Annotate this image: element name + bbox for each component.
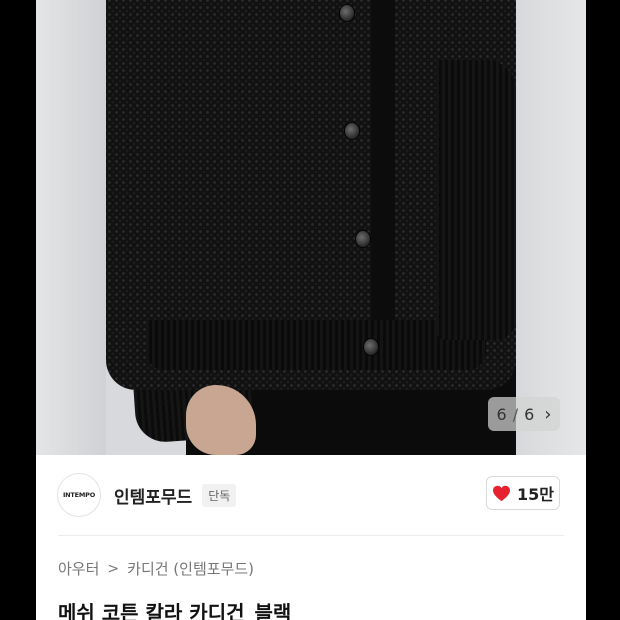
product-image[interactable]: 6 / 6 › [36, 0, 586, 455]
cardigan-button [344, 122, 360, 140]
page-current: 6 [496, 404, 507, 424]
brand-logo-text: INTEMPO [62, 491, 96, 499]
like-button[interactable]: 15만 [486, 476, 560, 510]
exclusive-badge: 단독 [202, 483, 237, 507]
breadcrumb-subcategory[interactable]: 카디건 (인템포무드) [127, 558, 254, 579]
breadcrumb: 아우터 > 카디건 (인템포무드) [58, 558, 254, 579]
photo-right-sleeve [436, 60, 516, 340]
divider [58, 535, 564, 536]
like-count: 15만 [517, 485, 554, 504]
brand-logo[interactable]: INTEMPO [57, 473, 101, 517]
breadcrumb-category[interactable]: 아우터 [58, 558, 99, 579]
chevron-right-icon: > [107, 560, 120, 577]
image-page-indicator[interactable]: 6 / 6 › [488, 397, 560, 431]
heart-icon [492, 485, 511, 502]
page-separator: / [512, 404, 519, 424]
cardigan-button [363, 338, 379, 356]
cardigan-button [355, 230, 371, 248]
photo-background-left [36, 0, 106, 455]
photo-hem [146, 320, 486, 370]
photo-placket [371, 0, 395, 370]
brand-name[interactable]: 인템포무드 [114, 483, 192, 508]
cardigan-button [339, 4, 355, 22]
page-total: 6 [524, 404, 535, 424]
product-detail-screen: 6 / 6 › INTEMPO 인템포무드 단독 15만 아우터 > 카디건 (… [36, 0, 586, 620]
brand-row: INTEMPO 인템포무드 단독 15만 [36, 455, 586, 535]
product-title: 메쉬 코튼 칼라 카디건_블랙 [58, 601, 292, 620]
chevron-right-icon[interactable]: › [544, 404, 551, 425]
